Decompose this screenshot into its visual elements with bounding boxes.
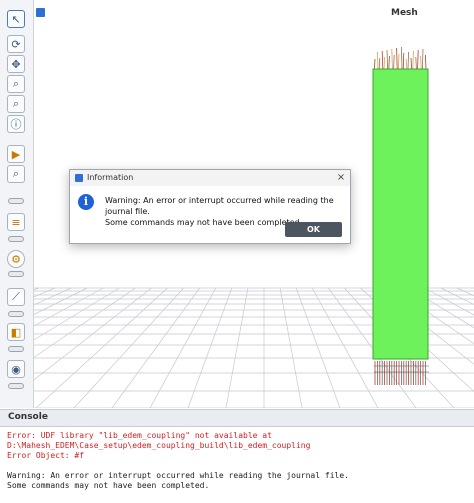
top-fibers [374, 46, 427, 70]
fiber-strand [374, 58, 376, 70]
close-icon[interactable]: × [334, 171, 348, 185]
fiber-strand [378, 57, 381, 70]
grid-line [34, 287, 56, 298]
select-arrow-icon[interactable]: ↖ [7, 10, 25, 28]
fiber-strand [407, 51, 409, 70]
fiber-strand [393, 54, 395, 70]
grid-line [225, 287, 249, 408]
fiber-strand [388, 55, 390, 70]
console-output[interactable]: Error: UDF library "lib_edem_coupling" n… [0, 427, 474, 503]
fiber-strand [391, 48, 393, 70]
grid-line [34, 287, 104, 327]
console-line: Warning: An error or interrupt occurred … [7, 471, 349, 480]
console-line: Error Object: #f [7, 451, 85, 460]
fiber-strand [401, 46, 403, 70]
rotate-icon[interactable]: ⟳ [7, 35, 25, 53]
grid-line [424, 287, 474, 316]
toolbar-separator-5 [8, 346, 24, 352]
zoom-icon[interactable]: ⌕ [7, 75, 25, 93]
fiber-strand [383, 56, 385, 70]
fiber-strand [396, 47, 398, 70]
console-title: Console [8, 412, 48, 422]
fiber-strand [420, 55, 422, 70]
info-icon: i [78, 194, 94, 210]
console-header: Console [0, 409, 474, 427]
ok-button[interactable]: OK [285, 222, 342, 237]
plot-icon[interactable]: ⟋ [7, 288, 25, 306]
toolbar-separator-2 [8, 236, 24, 242]
app-logo-icon [75, 174, 83, 182]
fiber-strand [381, 50, 384, 70]
grid-line [311, 287, 379, 408]
annotate-icon[interactable]: ▶ [7, 145, 25, 163]
fiber-strand [422, 48, 424, 70]
grid-line [295, 287, 341, 408]
toolbar-separator-4 [8, 311, 24, 317]
display-box-icon[interactable]: ◧ [7, 323, 25, 341]
console-line: Error: UDF library "lib_edem_coupling" n… [7, 431, 272, 440]
grid-line [34, 287, 136, 358]
grid-line [34, 287, 88, 315]
information-dialog: Information × i Warning: An error or int… [69, 169, 351, 244]
toolbar-separator-6 [8, 383, 24, 389]
fiber-strand [386, 49, 388, 70]
grid-line [456, 287, 474, 297]
grid-line [34, 287, 72, 306]
viewport-title: Mesh [391, 8, 418, 18]
fiber-strand [417, 49, 419, 70]
dialog-message-line: Warning: An error or interrupt occurred … [105, 196, 334, 216]
layers-icon[interactable]: ≡ [7, 213, 25, 231]
fiber-strand [402, 52, 405, 70]
fiber-strand [405, 58, 408, 70]
zoom-box-icon[interactable]: ⌕ [7, 95, 25, 113]
app-logo-icon [36, 8, 45, 17]
gear-icon[interactable]: ⚙ [7, 250, 25, 268]
fiber-strand [398, 53, 400, 70]
zoom-fit-icon[interactable]: ⌕ [7, 165, 25, 183]
grid-line [34, 287, 40, 291]
grid-line [187, 287, 233, 408]
grid-line [149, 287, 217, 408]
toolbar-separator-3 [8, 271, 24, 277]
grid-line [35, 287, 168, 408]
dialog-titlebar[interactable]: Information × [70, 170, 350, 186]
toolbar-separator-1 [8, 198, 24, 204]
fiber-strand [415, 56, 417, 70]
fiber-strand [410, 57, 412, 70]
pan-icon[interactable]: ✥ [7, 55, 25, 73]
info-probe-icon[interactable]: ⓘ [7, 115, 25, 133]
grid-line [34, 287, 120, 341]
fiber-strand [425, 54, 427, 70]
mesh-column [372, 68, 429, 360]
dialog-title: Information [87, 173, 134, 182]
grid-line [111, 287, 200, 408]
console-line: Some commands may not have been complete… [7, 481, 210, 490]
fiber-strand [412, 50, 414, 70]
eye-icon[interactable]: ◉ [7, 360, 25, 378]
graphics-toolbar: ↖ ⟳ ✥ ⌕ ⌕ ⓘ ▶ ⌕ ≡ ⚙ ⟋ ◧ ◉ [0, 0, 34, 408]
console-line: D:\Mahesh_EDEM\Case_setup\edem_coupling_… [7, 441, 311, 450]
fiber-strand [377, 51, 379, 70]
grid-line [279, 287, 303, 408]
bottom-fibers [374, 361, 429, 385]
